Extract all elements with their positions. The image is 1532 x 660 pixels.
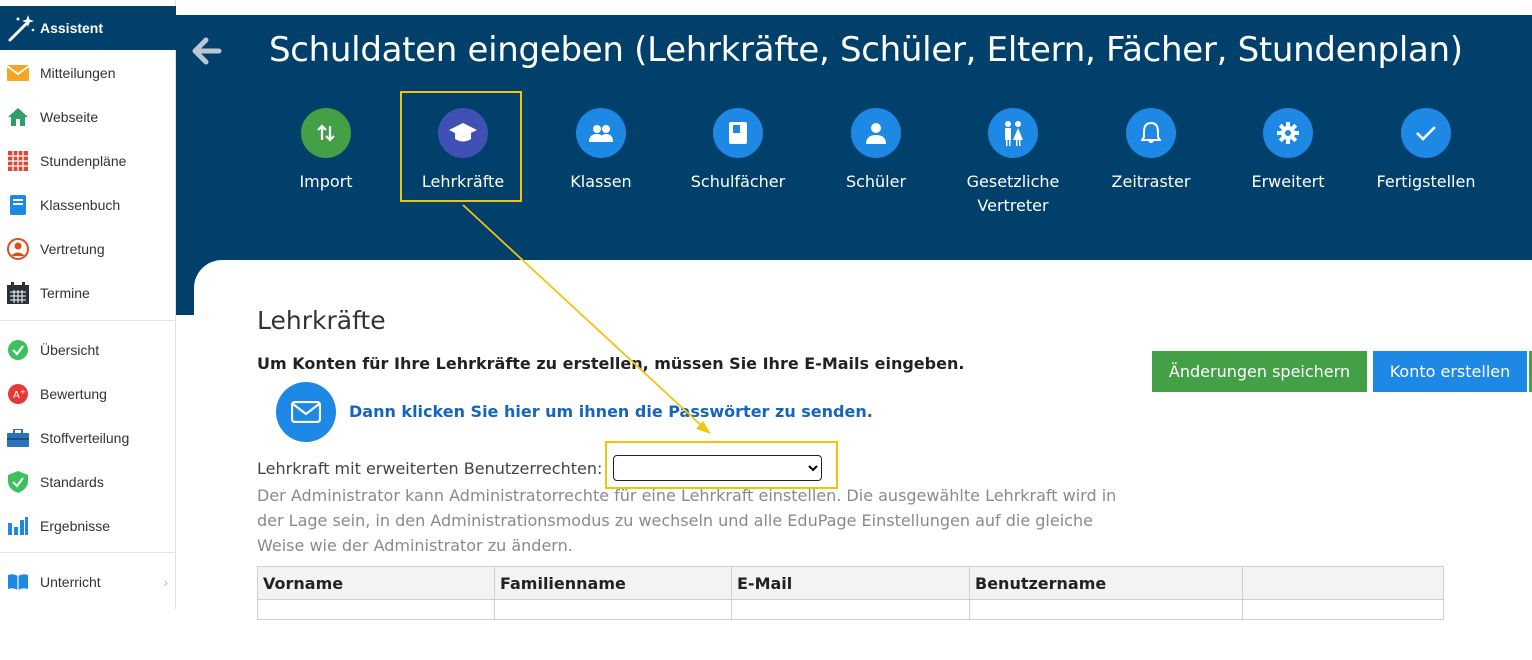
magic-wand-icon — [4, 11, 38, 45]
sidebar-item-label: Termine — [40, 285, 90, 301]
send-passwords-link[interactable]: Dann klicken Sie hier um ihnen die Passw… — [349, 402, 873, 421]
envelope-icon — [291, 401, 321, 423]
column-header-actions — [1242, 566, 1444, 600]
step-erweitert[interactable]: Erweitert — [1218, 108, 1358, 194]
sidebar-item-klassenbuch[interactable]: Klassenbuch — [0, 183, 176, 227]
section-heading: Lehrkräfte — [257, 306, 386, 335]
chevron-right-icon: › — [163, 574, 168, 590]
step-schulfaecher[interactable]: Schulfächer — [668, 108, 808, 194]
sidebar-item-label: Webseite — [40, 109, 99, 125]
sidebar: Assistent Mitteilungen Webseite Stundenp… — [0, 0, 176, 609]
instruction-text: Um Konten für Ihre Lehrkräfte zu erstell… — [257, 354, 965, 373]
sidebar-item-standards[interactable]: Standards — [0, 460, 176, 504]
import-sort-icon — [301, 108, 351, 158]
create-account-button[interactable]: Konto erstellen — [1373, 351, 1527, 392]
sidebar-divider — [0, 552, 176, 553]
table-cell[interactable] — [731, 599, 970, 620]
table-cell[interactable] — [969, 599, 1243, 620]
svg-text:+: + — [20, 388, 26, 396]
table-cell[interactable] — [257, 599, 495, 620]
sidebar-item-label: Stundenpläne — [40, 153, 127, 169]
mail-button[interactable] — [276, 382, 336, 442]
step-label: Gesetzliche Vertreter — [966, 172, 1060, 215]
admin-description: Der Administrator kann Administratorrech… — [257, 486, 1117, 555]
step-label: Zeitraster — [1111, 172, 1191, 191]
save-changes-button[interactable]: Änderungen speichern — [1152, 351, 1367, 392]
page-title: Schuldaten eingeben (Lehrkräfte, Schüler… — [269, 30, 1463, 70]
shield-check-icon — [7, 471, 29, 493]
column-header-benutzername[interactable]: Benutzername — [969, 566, 1243, 600]
checkmark-icon — [1401, 108, 1451, 158]
envelope-icon — [7, 62, 29, 84]
highlight-frame-select — [605, 441, 838, 489]
teachers-table: Vorname Familienname E-Mail Benutzername — [257, 566, 1444, 620]
column-header-email[interactable]: E-Mail — [731, 566, 970, 600]
group-icon — [576, 108, 626, 158]
table-header-row: Vorname Familienname E-Mail Benutzername — [257, 566, 1444, 600]
sidebar-item-stoffverteilung[interactable]: Stoffverteilung — [0, 416, 176, 460]
svg-text:A: A — [13, 390, 20, 401]
step-label: Schüler — [845, 172, 907, 191]
sidebar-item-bewertung[interactable]: A + Bewertung — [0, 372, 176, 416]
step-import[interactable]: Import — [256, 108, 396, 194]
step-klassen[interactable]: Klassen — [531, 108, 671, 194]
gear-icon — [1263, 108, 1313, 158]
sidebar-assistant-label: Assistent — [40, 20, 104, 36]
column-header-vorname[interactable]: Vorname — [257, 566, 495, 600]
sidebar-item-mitteilungen[interactable]: Mitteilungen — [0, 51, 176, 95]
sidebar-item-label: Übersicht — [40, 342, 100, 358]
timetable-grid-icon — [7, 150, 29, 172]
column-header-familienname[interactable]: Familienname — [494, 566, 732, 600]
sidebar-item-label: Klassenbuch — [40, 197, 121, 213]
step-fertigstellen[interactable]: Fertigstellen — [1356, 108, 1496, 194]
calendar-icon — [7, 282, 29, 304]
grade-icon: A + — [7, 383, 29, 405]
house-icon — [7, 106, 29, 128]
admin-teacher-label: Lehrkraft mit erweiterten Benutzerrechte… — [257, 459, 603, 478]
sidebar-item-label: Unterricht — [40, 574, 101, 590]
step-label: Erweitert — [1251, 172, 1325, 191]
briefcase-icon — [7, 427, 29, 449]
sidebar-assistant-item[interactable]: Assistent — [0, 6, 176, 50]
sidebar-item-label: Ergebnisse — [40, 518, 111, 534]
sidebar-item-uebersicht[interactable]: Übersicht — [0, 328, 176, 372]
open-book-icon — [7, 571, 29, 593]
person-swap-icon — [7, 238, 29, 260]
table-cell — [1242, 599, 1444, 620]
sidebar-item-label: Vertretung — [40, 241, 105, 257]
sidebar-item-vertretung[interactable]: Vertretung — [0, 227, 176, 271]
sidebar-item-unterricht[interactable]: Unterricht › — [0, 560, 176, 604]
sidebar-item-webseite[interactable]: Webseite — [0, 95, 176, 139]
highlight-frame-step — [400, 91, 522, 202]
step-schueler[interactable]: Schüler — [806, 108, 946, 194]
step-label: Klassen — [570, 172, 632, 191]
step-label: Fertigstellen — [1376, 172, 1476, 191]
sidebar-item-label: Stoffverteilung — [40, 430, 130, 446]
bell-icon — [1126, 108, 1176, 158]
parents-icon — [988, 108, 1038, 158]
step-label: Schulfächer — [690, 172, 786, 191]
step-gesetzliche-vertreter[interactable]: Gesetzliche Vertreter — [943, 108, 1083, 218]
check-circle-icon — [7, 339, 29, 361]
sidebar-item-termine[interactable]: Termine — [0, 271, 176, 315]
sidebar-item-ergebnisse[interactable]: Ergebnisse — [0, 504, 176, 548]
step-label: Import — [299, 172, 353, 191]
sidebar-item-label: Bewertung — [40, 386, 107, 402]
sidebar-item-label: Mitteilungen — [40, 65, 116, 81]
book-icon — [713, 108, 763, 158]
table-cell[interactable] — [494, 599, 732, 620]
back-arrow-icon[interactable] — [192, 36, 222, 66]
bar-chart-icon — [7, 515, 29, 537]
book-icon — [7, 194, 29, 216]
sidebar-item-stundenplaene[interactable]: Stundenpläne — [0, 139, 176, 183]
step-zeitraster[interactable]: Zeitraster — [1081, 108, 1221, 194]
sidebar-divider — [0, 320, 176, 321]
table-row — [257, 599, 1444, 620]
sidebar-item-label: Standards — [40, 474, 104, 490]
person-icon — [851, 108, 901, 158]
